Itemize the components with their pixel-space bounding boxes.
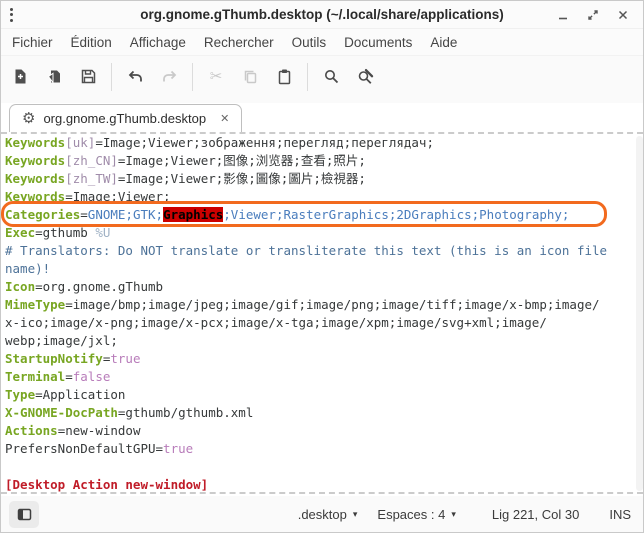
code-line: Type=Application (1, 386, 643, 404)
code-line: Keywords[uk]=Image;Viewer;зображення;пер… (1, 134, 643, 152)
search-replace-button[interactable] (348, 62, 382, 92)
menu-aide[interactable]: Aide (421, 32, 466, 53)
code-line: # Translators: Do NOT translate or trans… (1, 242, 643, 260)
input-mode-indicator: INS (609, 507, 631, 522)
code-line: Terminal=false (1, 368, 643, 386)
menubar: Fichier Édition Affichage Rechercher Out… (1, 29, 643, 56)
vertical-scrollbar[interactable] (636, 136, 643, 491)
statusbar: .desktop ▾ Espaces : 4 ▾ Lig 221, Col 30… (1, 496, 643, 532)
code-line: StartupNotify=true (1, 350, 643, 368)
code-line: Icon=org.gnome.gThumb (1, 278, 643, 296)
code-line: x-ico;image/x-png;image/x-pcx;image/x-tg… (1, 314, 643, 332)
undo-icon (127, 68, 144, 85)
code-line: name)! (1, 260, 643, 278)
cut-button[interactable]: ✂ (199, 62, 233, 92)
open-document-button[interactable] (37, 62, 71, 92)
menu-rechercher[interactable]: Rechercher (195, 32, 283, 53)
paste-button[interactable] (267, 62, 301, 92)
tabbar: ⚙ org.gnome.gThumb.desktop ✕ (1, 103, 643, 132)
paste-icon (276, 68, 293, 85)
language-selector[interactable]: .desktop ▾ (288, 503, 368, 526)
code-line: Keywords[zh_CN]=Image;Viewer;图像;浏览器;查看;照… (1, 152, 643, 170)
code-line: Actions=new-window (1, 422, 643, 440)
redo-icon (161, 68, 178, 85)
titlebar[interactable]: org.gnome.gThumb.desktop (~/.local/share… (1, 1, 643, 29)
toolbar-separator (111, 63, 112, 91)
bottom-dashed-line (1, 492, 643, 494)
open-document-icon (46, 68, 63, 85)
toolbar: ✂ (1, 56, 643, 103)
code-line: X-GNOME-DocPath=gthumb/gthumb.xml (1, 404, 643, 422)
code-line: Keywords=Image;Viewer; (1, 188, 643, 206)
gear-icon: ⚙ (22, 111, 35, 126)
chevron-down-icon: ▾ (353, 509, 358, 520)
tab-close-icon[interactable]: ✕ (220, 112, 229, 125)
menu-edition[interactable]: Édition (62, 32, 121, 53)
menu-documents[interactable]: Documents (335, 32, 421, 53)
new-document-button[interactable] (3, 62, 37, 92)
search-icon (323, 68, 340, 85)
menu-fichier[interactable]: Fichier (3, 32, 62, 53)
text-editor[interactable]: Keywords[uk]=Image;Viewer;зображення;пер… (1, 132, 643, 496)
language-label: .desktop (298, 507, 347, 522)
search-button[interactable] (314, 62, 348, 92)
copy-button[interactable] (233, 62, 267, 92)
tab-width-selector[interactable]: Espaces : 4 ▾ (367, 503, 465, 526)
toolbar-separator (307, 63, 308, 91)
save-button[interactable] (71, 62, 105, 92)
redo-button[interactable] (152, 62, 186, 92)
gedit-window: org.gnome.gThumb.desktop (~/.local/share… (0, 0, 644, 533)
cursor-position: Lig 221, Col 30 (492, 507, 579, 522)
editor-content: Keywords[uk]=Image;Viewer;зображення;пер… (1, 134, 643, 494)
statusbar-right: .desktop ▾ Espaces : 4 ▾ Lig 221, Col 30… (288, 503, 631, 526)
menu-outils[interactable]: Outils (283, 32, 336, 53)
scissors-icon: ✂ (210, 69, 223, 84)
tab-width-label: Espaces : 4 (377, 507, 445, 522)
chevron-down-icon: ▾ (451, 509, 456, 520)
undo-button[interactable] (118, 62, 152, 92)
code-line: webp;image/jxl; (1, 332, 643, 350)
new-document-icon (12, 68, 29, 85)
code-line: MimeType=image/bmp;image/jpeg;image/gif;… (1, 296, 643, 314)
restore-button[interactable] (583, 5, 603, 25)
toolbar-separator (192, 63, 193, 91)
code-line: Keywords[zh_TW]=Image;Viewer;影像;圖像;圖片;檢視… (1, 170, 643, 188)
tab-label: org.gnome.gThumb.desktop (43, 111, 206, 126)
side-panel-icon (16, 506, 33, 523)
close-icon (616, 8, 630, 22)
code-line: PrefersNonDefaultGPU=true (1, 440, 643, 458)
minimize-button[interactable] (553, 5, 573, 25)
minimize-icon (556, 8, 570, 22)
code-line: Exec=gthumb %U (1, 224, 643, 242)
copy-icon (242, 68, 259, 85)
code-line: Categories=GNOME;GTK;Graphics;Viewer;Ras… (1, 206, 643, 224)
close-button[interactable] (613, 5, 633, 25)
restore-icon (586, 8, 600, 22)
search-replace-icon (357, 68, 374, 85)
side-panel-toggle-button[interactable] (9, 501, 39, 528)
window-controls (553, 5, 643, 25)
code-line (1, 458, 643, 476)
menu-affichage[interactable]: Affichage (121, 32, 195, 53)
tab-org-gnome-gthumb-desktop[interactable]: ⚙ org.gnome.gThumb.desktop ✕ (9, 104, 242, 132)
window-title: org.gnome.gThumb.desktop (~/.local/share… (1, 7, 643, 22)
window-menu-icon[interactable] (10, 8, 13, 22)
save-icon (80, 68, 97, 85)
